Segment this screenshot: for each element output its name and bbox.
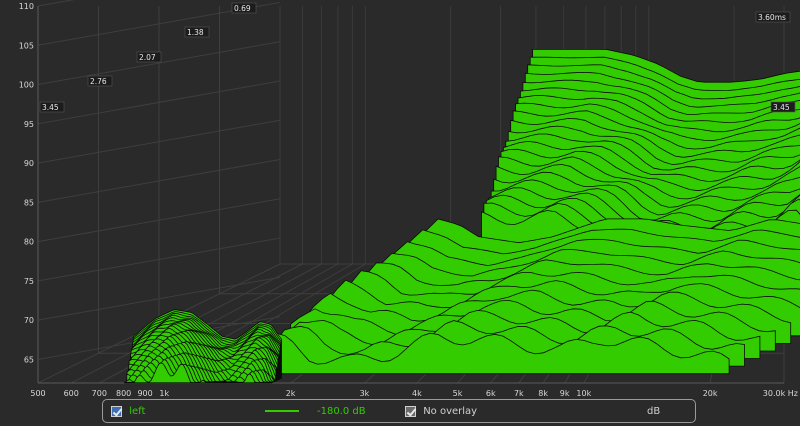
x-tick-label: 30.0k Hz xyxy=(763,389,798,398)
y-tick-label: 95 xyxy=(24,120,34,129)
left-label: left xyxy=(129,406,146,417)
x-tick-label: 5k xyxy=(453,389,463,398)
x-tick-label: 900 xyxy=(137,389,152,398)
time-axis-label: 3.45 xyxy=(42,103,59,112)
overlay-label: No overlay xyxy=(423,406,478,417)
time-axis-label: 3.45 xyxy=(773,103,790,112)
x-tick-label: 6k xyxy=(486,389,496,398)
y-tick-label: 100 xyxy=(19,81,34,90)
x-tick-label: 600 xyxy=(64,389,79,398)
x-tick-label: 10k xyxy=(576,389,591,398)
y-tick-label: 70 xyxy=(24,316,34,325)
y-tick-label: 90 xyxy=(24,159,34,168)
y-tick-label: 105 xyxy=(19,41,34,50)
y-tick-label: 80 xyxy=(24,238,34,247)
level-label: -180.0 dB xyxy=(317,406,366,417)
legend-overlay-item[interactable]: No overlay xyxy=(405,404,477,420)
waterfall-chart: 110 105 100 95 90 85 80 75 70 65 500 600 700 800 900 1k… xyxy=(19,0,800,398)
legend-left-item[interactable]: left xyxy=(111,404,145,420)
left-checkbox[interactable] xyxy=(111,405,122,417)
legend-bar: left -180.0 dB No overlay dB xyxy=(102,399,696,423)
time-axis-label: 2.07 xyxy=(139,53,156,62)
y-tick-label: 65 xyxy=(24,355,34,364)
x-tick-label: 500 xyxy=(30,389,45,398)
unit-label: dB xyxy=(647,406,661,417)
y-tick-label: 75 xyxy=(24,277,34,286)
x-tick-label: 3k xyxy=(360,389,370,398)
y-tick-label: 110 xyxy=(19,2,34,11)
x-tick-label: 2k xyxy=(286,389,296,398)
time-axis-label: 3.60ms xyxy=(758,13,786,22)
x-tick-label: 700 xyxy=(92,389,107,398)
time-axis-label: 2.76 xyxy=(90,77,107,86)
x-tick-label: 20k xyxy=(703,389,718,398)
x-tick-label: 4k xyxy=(412,389,422,398)
time-axis-label: 0.69 xyxy=(234,4,251,13)
y-tick-label: 85 xyxy=(24,198,34,207)
waterfall-slices xyxy=(124,49,800,384)
legend-line-item xyxy=(265,404,299,420)
time-axis-label: 1.38 xyxy=(187,28,204,37)
legend-unit-item: dB xyxy=(647,404,660,420)
x-tick-label: 8k xyxy=(538,389,548,398)
x-tick-label: 9k xyxy=(560,389,570,398)
x-tick-label: 800 xyxy=(116,389,131,398)
series-line-swatch xyxy=(265,410,299,412)
x-tick-label: 1k xyxy=(159,389,169,398)
legend-level-item: -180.0 dB xyxy=(317,404,366,420)
x-tick-label: 7k xyxy=(514,389,524,398)
overlay-checkbox[interactable] xyxy=(405,405,416,417)
